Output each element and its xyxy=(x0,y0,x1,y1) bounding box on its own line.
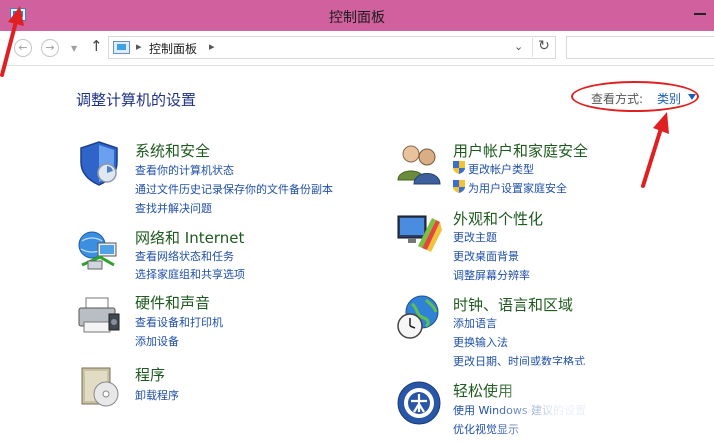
watermark-overlay xyxy=(490,365,714,442)
link-troubleshoot[interactable]: 查找并解决问题 xyxy=(135,200,212,216)
printer-icon[interactable] xyxy=(76,292,122,338)
back-icon: ← xyxy=(18,41,28,54)
control-panel-icon xyxy=(113,41,130,54)
link-view-computer-status[interactable]: 查看你的计算机状态 xyxy=(135,162,234,178)
annotation-arrowhead-topright xyxy=(653,112,669,134)
back-button[interactable]: ← xyxy=(14,39,32,57)
link-change-input-method[interactable]: 更换输入法 xyxy=(453,334,508,350)
category-title[interactable]: 程序 xyxy=(135,364,165,385)
category-title[interactable]: 外观和个性化 xyxy=(453,208,543,229)
category-title[interactable]: 网络和 Internet xyxy=(135,227,244,248)
category-title[interactable]: 用户帐户和家庭安全 xyxy=(453,140,588,161)
uac-shield-icon xyxy=(453,161,465,174)
title-bar: 控制面板 xyxy=(0,0,714,31)
up-icon: ↑ xyxy=(90,37,103,55)
forward-icon: → xyxy=(45,41,55,54)
breadcrumb-separator[interactable]: ▸ xyxy=(209,40,215,53)
shield-icon[interactable] xyxy=(76,140,122,186)
breadcrumb-separator[interactable]: ▸ xyxy=(136,40,142,53)
category-system-security: 系统和安全 查看你的计算机状态 通过文件历史记录保存你的文件备份副本 查找并解决… xyxy=(76,140,366,220)
category-appearance: 外观和个性化 更改主题 更改桌面背景 调整屏幕分辨率 xyxy=(396,208,706,283)
annotation-ellipse xyxy=(571,81,699,112)
refresh-icon[interactable]: ↻ xyxy=(532,38,555,57)
link-desktop-background[interactable]: 更改桌面背景 xyxy=(453,248,519,264)
page-title: 调整计算机的设置 xyxy=(76,91,197,109)
window-title: 控制面板 xyxy=(329,10,385,26)
forward-button[interactable]: → xyxy=(41,39,59,57)
up-button[interactable]: ↑ xyxy=(90,37,103,55)
link-uninstall-program[interactable]: 卸载程序 xyxy=(135,387,179,403)
link-screen-resolution[interactable]: 调整屏幕分辨率 xyxy=(453,267,530,283)
address-dropdown-icon[interactable]: ⌄ xyxy=(514,40,523,53)
uac-shield-icon xyxy=(453,180,465,193)
search-input[interactable] xyxy=(566,36,714,59)
recent-locations-dropdown[interactable]: ▼ xyxy=(71,44,77,53)
link-family-safety[interactable]: 为用户设置家庭安全 xyxy=(468,180,567,196)
link-devices-printers[interactable]: 查看设备和打印机 xyxy=(135,314,223,330)
link-file-history-backup[interactable]: 通过文件历史记录保存你的文件备份副本 xyxy=(135,181,333,197)
globe-clock-icon[interactable] xyxy=(396,294,442,340)
minimize-button[interactable] xyxy=(694,13,706,15)
network-icon[interactable] xyxy=(76,227,122,273)
category-user-accounts: 用户帐户和家庭安全 更改帐户类型 为用户设置家庭安全 xyxy=(396,140,706,200)
appearance-icon[interactable] xyxy=(396,208,442,254)
ease-access-icon[interactable] xyxy=(396,380,442,426)
link-change-account-type[interactable]: 更改帐户类型 xyxy=(468,161,534,177)
category-title[interactable]: 时钟、语言和区域 xyxy=(453,294,573,315)
link-add-device[interactable]: 添加设备 xyxy=(135,333,179,349)
category-clock-region: 时钟、语言和区域 添加语言 更换输入法 更改日期、时间或数字格式 xyxy=(396,294,706,369)
category-title[interactable]: 系统和安全 xyxy=(135,140,210,161)
category-network-internet: 网络和 Internet 查看网络状态和任务 选择家庭组和共享选项 xyxy=(76,227,366,287)
link-network-status[interactable]: 查看网络状态和任务 xyxy=(135,248,234,264)
users-icon[interactable] xyxy=(396,140,442,186)
navigation-bar: ← → ▼ ↑ ▸ 控制面板 ▸ ⌄ ↻ xyxy=(0,31,714,66)
link-homegroup-sharing[interactable]: 选择家庭组和共享选项 xyxy=(135,266,245,282)
breadcrumb-control-panel[interactable]: 控制面板 xyxy=(149,40,197,57)
link-change-theme[interactable]: 更改主题 xyxy=(453,229,497,245)
programs-icon[interactable] xyxy=(76,364,122,410)
address-bar[interactable]: ▸ 控制面板 ▸ ⌄ ↻ xyxy=(108,36,556,59)
link-add-language[interactable]: 添加语言 xyxy=(453,315,497,331)
category-title[interactable]: 硬件和声音 xyxy=(135,292,210,313)
category-programs: 程序 卸载程序 xyxy=(76,364,366,424)
category-hardware-sound: 硬件和声音 查看设备和打印机 添加设备 xyxy=(76,292,366,352)
